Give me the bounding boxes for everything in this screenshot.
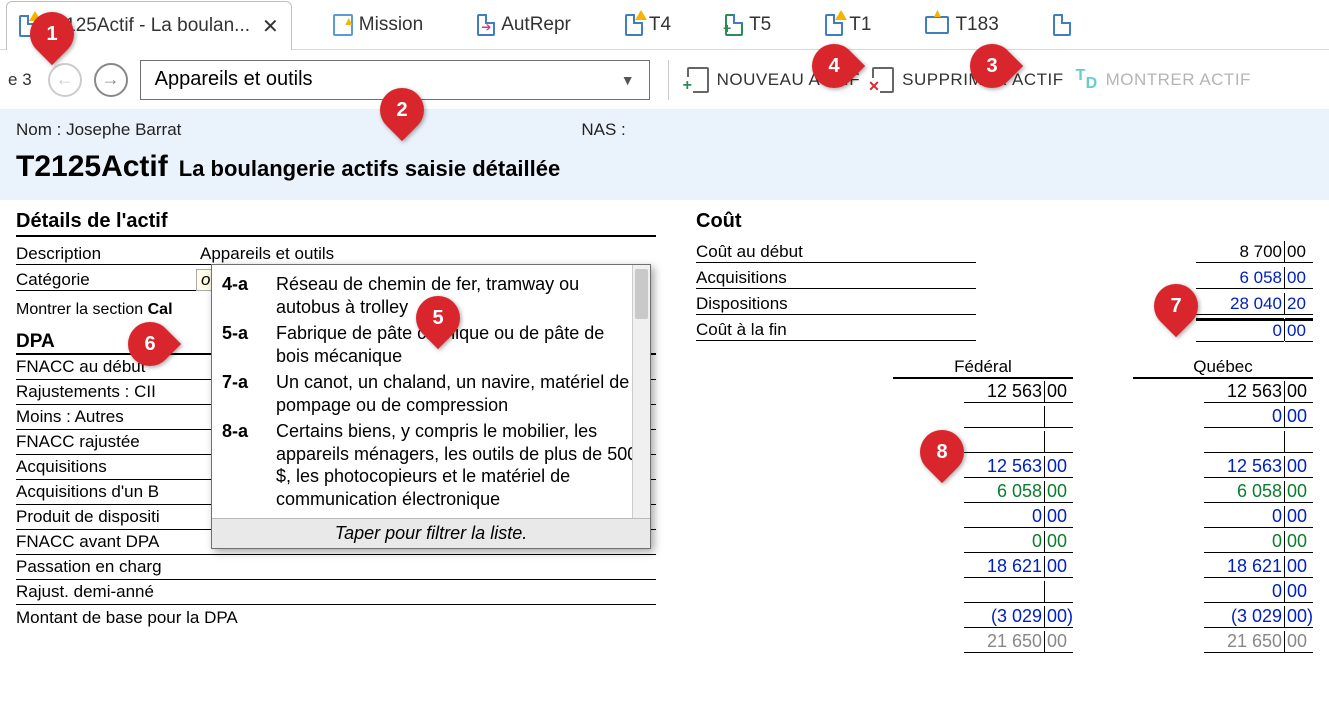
scrollbar[interactable] — [632, 265, 650, 518]
cost-section-head: Coût — [696, 210, 1313, 235]
doc-icon: ➔ — [477, 14, 495, 36]
asset-select-value: Appareils et outils — [155, 68, 313, 91]
amount-grid: 12 5630012 56300 000 12 5630012 563006 0… — [696, 379, 1313, 654]
dropdown-footer: Taper pour filtrer la liste. — [212, 518, 650, 548]
dropdown-option[interactable]: 8-aCertains biens, y compris le mobilier… — [222, 418, 642, 512]
info-band: Nom : Josephe Barrat NAS : T2125Actif La… — [0, 110, 1329, 200]
nas-field: NAS : — [581, 120, 625, 140]
column-headers: Fédéral Québec — [696, 357, 1313, 379]
amount-row: 000 — [696, 579, 1313, 604]
amount[interactable]: 21 65000 — [1204, 631, 1313, 653]
button-label: MONTRER ACTIF — [1106, 70, 1251, 90]
envelope-icon — [925, 16, 949, 34]
amount[interactable]: (3 02900) — [1204, 606, 1313, 628]
show-asset-button[interactable]: MONTRER ACTIF — [1076, 67, 1251, 93]
tab-mission[interactable]: Mission — [320, 0, 436, 49]
separator — [668, 60, 669, 100]
cost-label: Acquisitions — [696, 268, 976, 289]
tab-t183[interactable]: T183 — [912, 0, 1011, 49]
amount[interactable]: 000 — [1204, 406, 1313, 428]
tab-t4[interactable]: T4 — [612, 0, 684, 49]
nom-field: Nom : Josephe Barrat — [16, 120, 181, 140]
cost-label: Coût à la fin — [696, 320, 976, 341]
amount[interactable]: 000 — [1204, 506, 1313, 528]
scrollbar-thumb[interactable] — [635, 269, 648, 319]
tab-label: AutRepr — [501, 14, 571, 36]
description-value[interactable]: Appareils et outils — [196, 244, 556, 265]
cost-block: Coût au début 8 70000 Acquisitions 6 058… — [696, 239, 1313, 343]
dpa-row: Rajust. demi-anné — [16, 580, 656, 605]
amount[interactable]: 000 — [1204, 531, 1313, 553]
delete-asset-button[interactable]: SUPPRIMER ACTIF — [872, 67, 1063, 93]
amount[interactable]: 000 — [1196, 318, 1313, 342]
amount[interactable]: 18 62100 — [964, 556, 1073, 578]
amount[interactable]: 6 05800 — [1196, 267, 1313, 289]
plus-doc-icon — [687, 67, 709, 93]
doc-plus-icon: + — [725, 14, 743, 36]
nav-back-button[interactable]: ← — [48, 63, 82, 97]
amount-row: 000 000 — [696, 504, 1313, 529]
amount-row: 6 05800 6 05800 — [696, 479, 1313, 504]
tab-t1[interactable]: T1 — [812, 0, 884, 49]
dropdown-option[interactable]: 7-aUn canot, un chaland, un navire, maté… — [222, 369, 642, 418]
doc-icon — [825, 14, 843, 36]
tab-autrepr[interactable]: ➔ AutRepr — [464, 0, 584, 49]
tab-label: Mission — [359, 14, 423, 36]
nav-forward-button[interactable]: → — [94, 63, 128, 97]
amount[interactable]: 28 04020 — [1196, 293, 1313, 315]
amount-row: 21 65000 21 65000 — [696, 629, 1313, 654]
amount[interactable]: 12 56300 — [1204, 381, 1313, 403]
amount[interactable]: 21 65000 — [964, 631, 1073, 653]
delete-doc-icon — [872, 67, 894, 93]
amount[interactable]: 12 56300 — [1204, 456, 1313, 478]
mission-icon — [333, 14, 353, 36]
amount-row: 18 62100 18 62100 — [696, 554, 1313, 579]
amount-row — [696, 429, 1313, 454]
tabs-bar: T2125Actif - La boulan... ✕ Mission ➔ Au… — [0, 0, 1329, 50]
page-indicator: e 3 — [8, 70, 32, 90]
category-label: Catégorie — [16, 270, 196, 291]
amount[interactable]: 6 05800 — [1204, 481, 1313, 503]
dpa-row: Passation en charg — [16, 555, 656, 580]
amount[interactable]: 12 56300 — [964, 456, 1073, 478]
tab-label: T1 — [849, 14, 871, 36]
chevron-down-icon: ▼ — [621, 72, 635, 88]
amount-row: 000 — [696, 404, 1313, 429]
amount-row: 000 000 — [696, 529, 1313, 554]
amount-row: (3 02900) (3 02900) — [696, 604, 1313, 629]
tab-t5[interactable]: + T5 — [712, 0, 784, 49]
amount[interactable]: 12 56300 — [964, 381, 1073, 403]
tab-label: T4 — [649, 14, 671, 36]
tab-extra[interactable] — [1040, 0, 1072, 49]
federal-header: Fédéral — [893, 357, 1073, 379]
doc-icon — [1053, 14, 1071, 36]
amount[interactable]: 000 — [964, 506, 1073, 528]
page-title: T2125Actif La boulangerie actifs saisie … — [16, 150, 1313, 184]
details-section-head: Détails de l'actif — [16, 210, 656, 237]
tab-label: T183 — [955, 14, 998, 36]
dpa-row: Montant de base pour la DPA — [16, 605, 656, 630]
cost-label: Dispositions — [696, 294, 976, 315]
tab-label: T5 — [749, 14, 771, 36]
toolbar: e 3 ← → Appareils et outils ▼ NOUVEAU AC… — [0, 50, 1329, 110]
amount[interactable]: 000 — [1204, 581, 1313, 603]
amount-row: 12 56300 12 56300 — [696, 379, 1313, 404]
description-label: Description — [16, 244, 196, 265]
cost-label: Coût au début — [696, 242, 976, 263]
quebec-header: Québec — [1133, 357, 1313, 379]
doc-icon — [625, 14, 643, 36]
amount[interactable]: 18 62100 — [1204, 556, 1313, 578]
amount[interactable]: 000 — [964, 531, 1073, 553]
amount[interactable]: (3 02900) — [964, 606, 1073, 628]
close-icon[interactable]: ✕ — [262, 14, 279, 39]
amount[interactable]: 6 05800 — [964, 481, 1073, 503]
td-icon — [1076, 67, 1098, 93]
amount-row: 12 56300 12 56300 — [696, 454, 1313, 479]
amount[interactable]: 8 70000 — [1196, 241, 1313, 263]
